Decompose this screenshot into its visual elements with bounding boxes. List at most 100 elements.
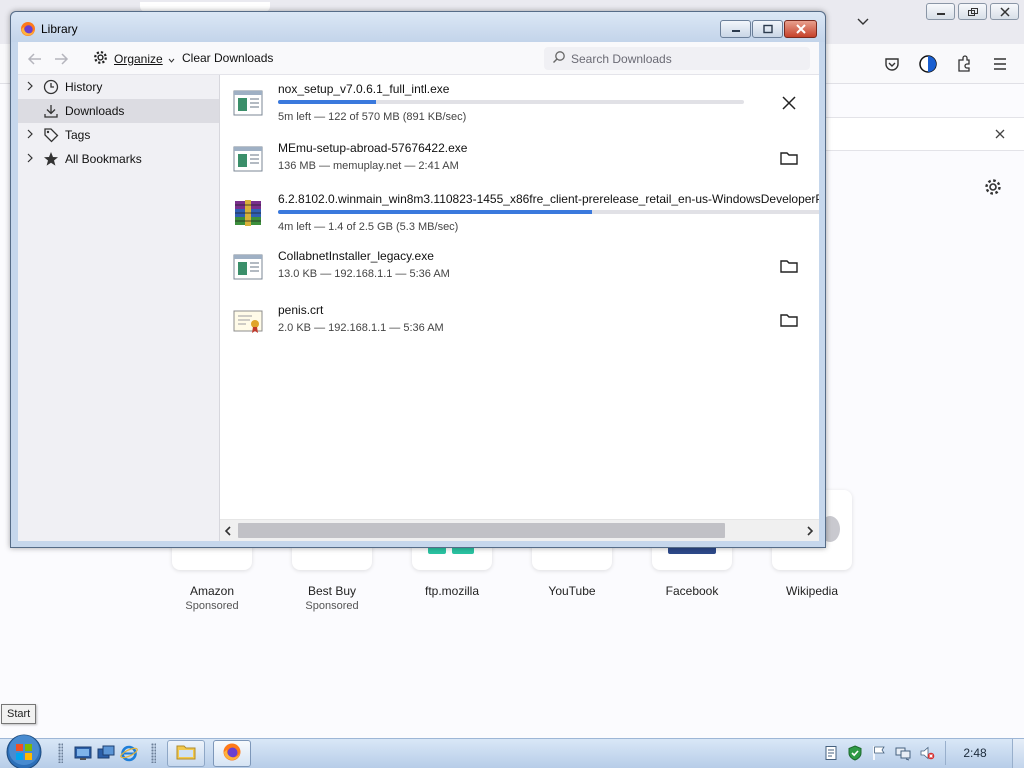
sponsored-label: Sponsored bbox=[185, 600, 239, 612]
sidebar-item-label: History bbox=[65, 80, 103, 94]
taskbar-explorer-button[interactable] bbox=[167, 740, 205, 767]
chevron-right-icon[interactable] bbox=[26, 128, 40, 142]
exe-installer-icon bbox=[232, 87, 264, 119]
download-progress-fill bbox=[278, 100, 376, 104]
pocket-icon[interactable] bbox=[882, 54, 902, 74]
firefox-minimize-button[interactable] bbox=[926, 3, 955, 20]
chevron-right-icon[interactable] bbox=[26, 80, 40, 94]
maximize-button[interactable] bbox=[752, 20, 783, 38]
sidebar-item-label: Tags bbox=[65, 128, 91, 142]
show-desktop-icon[interactable] bbox=[74, 744, 92, 762]
folder-icon[interactable] bbox=[778, 147, 800, 169]
security-tray-icon[interactable] bbox=[847, 745, 863, 761]
show-desktop-button[interactable] bbox=[1012, 739, 1024, 768]
start-tooltip: Start bbox=[1, 704, 37, 724]
dark-reader-icon[interactable] bbox=[918, 54, 938, 74]
tray-separator bbox=[945, 741, 946, 765]
tag-icon bbox=[43, 127, 59, 143]
sponsored-label: Sponsored bbox=[305, 600, 359, 612]
sidebar-item-label: All Bookmarks bbox=[65, 152, 142, 166]
download-status: 136 MB — memuplay.net — 2:41 AM bbox=[278, 160, 459, 172]
download-icon bbox=[43, 103, 59, 119]
download-progress-bar bbox=[278, 100, 744, 104]
document-tray-icon[interactable] bbox=[823, 745, 839, 761]
download-status: 13.0 KB — 192.168.1.1 — 5:36 AM bbox=[278, 268, 450, 280]
close-button[interactable] bbox=[784, 20, 817, 38]
search-icon bbox=[544, 50, 566, 67]
firefox-close-button[interactable] bbox=[990, 3, 1019, 20]
sidebar-item-tags[interactable]: Tags bbox=[18, 123, 219, 147]
library-toolbar: Organize Clear Downloads bbox=[18, 42, 819, 75]
library-title-bar[interactable]: Library bbox=[11, 12, 825, 42]
winrar-archive-icon bbox=[232, 197, 264, 229]
top-site-label: Best Buy bbox=[307, 584, 357, 598]
chevron-right-icon[interactable] bbox=[26, 152, 40, 166]
volume-muted-icon[interactable] bbox=[919, 745, 935, 761]
taskbar-firefox-button[interactable] bbox=[213, 740, 251, 767]
folder-icon[interactable] bbox=[778, 309, 800, 331]
scrollbar-thumb[interactable] bbox=[238, 523, 725, 538]
top-site-label: Facebook bbox=[665, 584, 719, 598]
search-input[interactable] bbox=[571, 51, 791, 66]
search-box[interactable] bbox=[544, 47, 810, 70]
download-item[interactable]: penis.crt 2.0 KB — 192.168.1.1 — 5:36 AM bbox=[220, 298, 819, 352]
download-status: 5m left — 122 of 570 MB (891 KB/sec) bbox=[278, 111, 467, 123]
action-center-flag-icon[interactable] bbox=[871, 745, 887, 761]
downloads-list: nox_setup_v7.0.6.1_full_intl.exe 5m left… bbox=[219, 75, 819, 541]
download-progress-fill bbox=[278, 210, 592, 214]
switch-windows-icon[interactable] bbox=[97, 744, 115, 762]
top-site-label: YouTube bbox=[548, 584, 596, 598]
taskbar-grip[interactable] bbox=[58, 743, 63, 763]
download-item[interactable]: CollabnetInstaller_legacy.exe 13.0 KB — … bbox=[220, 244, 819, 298]
library-window: Library Organize Clear Downloads Search … bbox=[10, 11, 826, 548]
sidebar-item-all-bookmarks[interactable]: All Bookmarks bbox=[18, 147, 219, 171]
clock-icon bbox=[43, 79, 59, 95]
sidebar-item-downloads[interactable]: Downloads bbox=[18, 99, 219, 123]
download-item[interactable]: nox_setup_v7.0.6.1_full_intl.exe 5m left… bbox=[220, 75, 819, 129]
organize-menu-button[interactable]: Organize bbox=[92, 48, 175, 69]
list-all-tabs-icon[interactable] bbox=[852, 11, 874, 33]
download-file-name: 6.2.8102.0.winmain_win8m3.110823-1455_x8… bbox=[278, 192, 819, 206]
download-item[interactable]: 6.2.8102.0.winmain_win8m3.110823-1455_x8… bbox=[220, 185, 819, 239]
close-icon[interactable] bbox=[990, 124, 1010, 144]
extensions-icon[interactable] bbox=[954, 54, 974, 74]
clear-downloads-button[interactable]: Clear Downloads bbox=[182, 48, 273, 69]
network-tray-icon[interactable] bbox=[895, 745, 911, 761]
top-site-label: Wikipedia bbox=[785, 584, 839, 598]
horizontal-scrollbar[interactable] bbox=[220, 519, 819, 541]
cancel-download-icon[interactable] bbox=[778, 92, 800, 114]
firefox-restore-button[interactable] bbox=[958, 3, 987, 20]
download-status: 2.0 KB — 192.168.1.1 — 5:36 AM bbox=[278, 322, 444, 334]
exe-installer-icon bbox=[232, 143, 264, 175]
top-site-label: Amazon bbox=[189, 584, 235, 598]
folder-icon[interactable] bbox=[778, 255, 800, 277]
back-arrow-icon[interactable] bbox=[26, 50, 44, 68]
firefox-icon bbox=[222, 742, 242, 765]
gear-icon[interactable] bbox=[982, 176, 1004, 198]
download-file-name: nox_setup_v7.0.6.1_full_intl.exe bbox=[278, 82, 450, 96]
chevron-down-icon bbox=[168, 52, 175, 66]
firefox-icon bbox=[20, 21, 36, 37]
scroll-right-arrow-icon[interactable] bbox=[804, 525, 816, 537]
download-item[interactable]: MEmu-setup-abroad-57676422.exe 136 MB — … bbox=[220, 136, 819, 190]
star-icon bbox=[43, 151, 59, 167]
internet-explorer-icon[interactable] bbox=[120, 744, 138, 762]
organize-label: Organize bbox=[114, 51, 163, 66]
download-file-name: penis.crt bbox=[278, 303, 324, 317]
download-file-name: CollabnetInstaller_legacy.exe bbox=[278, 249, 434, 263]
minimize-button[interactable] bbox=[720, 20, 751, 38]
app-menu-icon[interactable] bbox=[990, 54, 1010, 74]
library-sidebar: History Downloads Tags All Bookmarks bbox=[18, 75, 219, 541]
sidebar-item-history[interactable]: History bbox=[18, 75, 219, 99]
taskbar-grip[interactable] bbox=[151, 743, 156, 763]
sidebar-item-label: Downloads bbox=[65, 104, 125, 118]
scroll-left-arrow-icon[interactable] bbox=[222, 525, 234, 537]
folder-icon bbox=[176, 743, 196, 764]
taskbar-clock[interactable]: 2:48 bbox=[955, 746, 995, 760]
download-file-name: MEmu-setup-abroad-57676422.exe bbox=[278, 141, 468, 155]
window-title: Library bbox=[41, 22, 78, 36]
top-site-label: ftp.mozilla bbox=[424, 584, 480, 598]
forward-arrow-icon[interactable] bbox=[52, 50, 70, 68]
gear-icon bbox=[92, 49, 109, 69]
start-orb-icon[interactable] bbox=[4, 732, 44, 768]
